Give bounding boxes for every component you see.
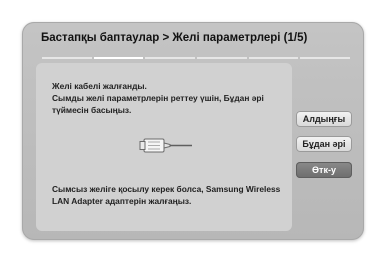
status-message: Желі кабелі жалғанды. Сымды желі парамет… xyxy=(52,80,282,116)
tv-screen: Бастапқы баптаулар > Желі параметрлері (… xyxy=(0,0,378,260)
progress-segment xyxy=(145,57,196,59)
previous-button[interactable]: Алдыңғы xyxy=(296,111,352,127)
progress-segment xyxy=(248,57,299,59)
progress-segment xyxy=(42,57,92,59)
progress-segment xyxy=(300,57,351,59)
wireless-note-line: Сымсыз желіге қосылу керек болса, Samsun… xyxy=(52,184,281,194)
status-message-line: Сымды желі параметрлерін реттеу үшін, Бұ… xyxy=(52,93,264,103)
wireless-note: Сымсыз желіге қосылу керек болса, Samsun… xyxy=(52,183,288,207)
status-message-line: түймесін басыңыз. xyxy=(52,105,132,115)
step-progress-bar xyxy=(42,57,351,59)
wireless-note-line: LAN Adapter адаптерін жалғаңыз. xyxy=(52,196,192,206)
ethernet-cable-icon xyxy=(139,138,192,153)
skip-button[interactable]: Өтк-у xyxy=(296,162,352,178)
status-message-line: Желі кабелі жалғанды. xyxy=(52,81,147,91)
dialog-title: Бастапқы баптаулар > Желі параметрлері (… xyxy=(41,32,308,44)
progress-segment-active xyxy=(93,57,144,59)
next-button[interactable]: Бұдан әрі xyxy=(296,136,352,152)
progress-segment xyxy=(197,57,247,59)
